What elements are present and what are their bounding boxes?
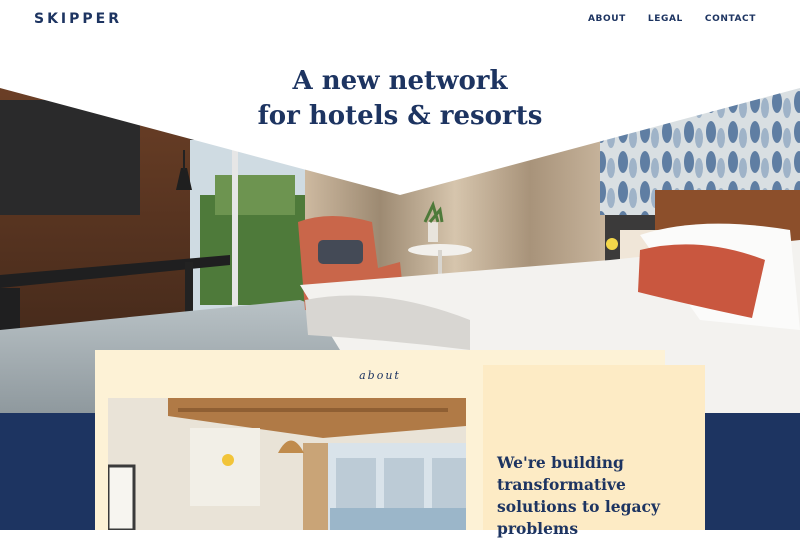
- about-tagline: We're building transformative solutions …: [497, 453, 660, 538]
- brand-logo[interactable]: SKIPPER: [34, 11, 122, 27]
- headline-line-1: A new network: [292, 66, 508, 96]
- nav-about-link[interactable]: ABOUT: [588, 14, 626, 24]
- headline-line-2: for hotels & resorts: [257, 101, 543, 131]
- main-nav: ABOUT LEGAL CONTACT: [588, 14, 756, 24]
- top-navigation: SKIPPER ABOUT LEGAL CONTACT: [0, 0, 800, 42]
- nav-legal-link[interactable]: LEGAL: [648, 14, 683, 24]
- nav-contact-link[interactable]: CONTACT: [705, 14, 756, 24]
- hero-headline: A new network for hotels & resorts: [0, 64, 800, 134]
- about-room-photo: [108, 398, 466, 530]
